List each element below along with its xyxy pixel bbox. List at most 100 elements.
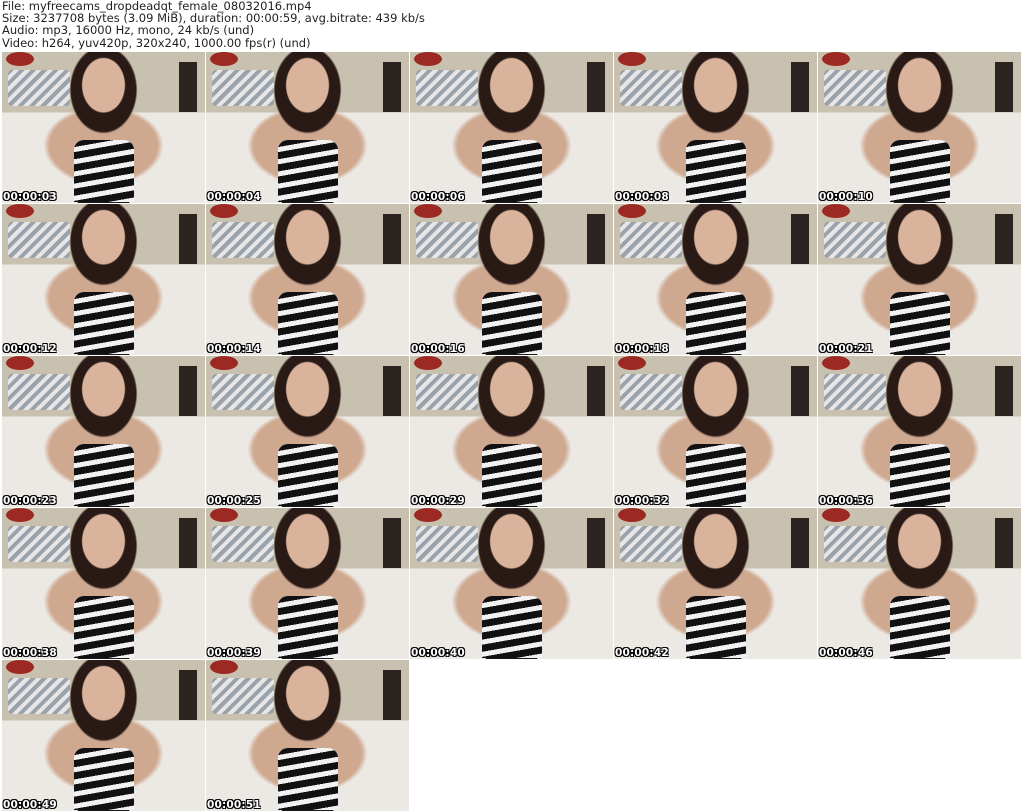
dress xyxy=(74,140,134,202)
lamp xyxy=(383,366,401,416)
lamp xyxy=(791,518,809,568)
thumbnail-timestamp: 00:00:04 xyxy=(207,191,261,203)
dress xyxy=(890,140,950,202)
pillow xyxy=(416,374,478,410)
flower-decor xyxy=(414,52,442,66)
thumbnail-timestamp: 00:00:29 xyxy=(411,495,465,507)
flower-decor xyxy=(414,204,442,218)
lamp xyxy=(383,214,401,264)
video-thumbnail: 00:00:08 xyxy=(614,52,817,203)
thumbnail-timestamp: 00:00:12 xyxy=(3,343,57,355)
pillow xyxy=(416,526,478,562)
flower-decor xyxy=(822,204,850,218)
lamp xyxy=(383,62,401,112)
thumbnail-timestamp: 00:00:16 xyxy=(411,343,465,355)
flower-decor xyxy=(210,204,238,218)
lamp xyxy=(587,366,605,416)
video-thumbnail: 00:00:38 xyxy=(2,508,205,659)
dress xyxy=(890,444,950,506)
dress xyxy=(482,596,542,658)
flower-decor xyxy=(822,52,850,66)
video-thumbnail: 00:00:10 xyxy=(818,52,1021,203)
video-thumbnail: 00:00:03 xyxy=(2,52,205,203)
dress xyxy=(74,292,134,354)
video-thumbnail: 00:00:25 xyxy=(206,356,409,507)
dress xyxy=(686,596,746,658)
video-thumbnail: 00:00:36 xyxy=(818,356,1021,507)
video-thumbnail: 00:00:29 xyxy=(410,356,613,507)
dress xyxy=(278,292,338,354)
video-thumbnail: 00:00:39 xyxy=(206,508,409,659)
thumbnail-timestamp: 00:00:51 xyxy=(207,799,261,811)
lamp xyxy=(383,518,401,568)
thumbnail-timestamp: 00:00:46 xyxy=(819,647,873,659)
flower-decor xyxy=(822,508,850,522)
video-info: Video: h264, yuv420p, 320x240, 1000.00 f… xyxy=(2,35,311,50)
flower-decor xyxy=(210,356,238,370)
thumbnail-timestamp: 00:00:25 xyxy=(207,495,261,507)
dress xyxy=(686,444,746,506)
thumbnail-timestamp: 00:00:38 xyxy=(3,647,57,659)
flower-decor xyxy=(414,508,442,522)
pillow xyxy=(212,526,274,562)
dress xyxy=(686,292,746,354)
video-thumbnail: 00:00:16 xyxy=(410,204,613,355)
flower-decor xyxy=(6,204,34,218)
video-thumbnail: 00:00:14 xyxy=(206,204,409,355)
dress xyxy=(482,292,542,354)
lamp xyxy=(791,62,809,112)
thumbnail-timestamp: 00:00:14 xyxy=(207,343,261,355)
thumbnail-timestamp: 00:00:32 xyxy=(615,495,669,507)
flower-decor xyxy=(6,508,34,522)
video-thumbnail: 00:00:12 xyxy=(2,204,205,355)
flower-decor xyxy=(618,52,646,66)
video-thumbnail: 00:00:49 xyxy=(2,660,205,811)
pillow xyxy=(824,374,886,410)
pillow xyxy=(620,374,682,410)
lamp xyxy=(179,214,197,264)
flower-decor xyxy=(6,356,34,370)
lamp xyxy=(179,670,197,720)
thumbnail-grid: 00:00:03 00:00:04 00:00:06 00:00:08 00:00:10… xyxy=(2,52,1021,811)
pillow xyxy=(8,222,70,258)
flower-decor xyxy=(822,356,850,370)
thumbnail-timestamp: 00:00:40 xyxy=(411,647,465,659)
flower-decor xyxy=(210,508,238,522)
dress xyxy=(74,748,134,810)
video-thumbnail: 00:00:46 xyxy=(818,508,1021,659)
lamp xyxy=(995,62,1013,112)
flower-decor xyxy=(414,356,442,370)
lamp xyxy=(995,214,1013,264)
video-thumbnail: 00:00:42 xyxy=(614,508,817,659)
thumbnail-timestamp: 00:00:42 xyxy=(615,647,669,659)
pillow xyxy=(8,526,70,562)
video-thumbnail: 00:00:18 xyxy=(614,204,817,355)
lamp xyxy=(179,62,197,112)
flower-decor xyxy=(618,204,646,218)
video-thumbnail: 00:00:23 xyxy=(2,356,205,507)
pillow xyxy=(620,526,682,562)
thumbnail-timestamp: 00:00:36 xyxy=(819,495,873,507)
video-thumbnail: 00:00:51 xyxy=(206,660,409,811)
flower-decor xyxy=(6,660,34,674)
thumbnail-timestamp: 00:00:23 xyxy=(3,495,57,507)
dress xyxy=(278,748,338,810)
pillow xyxy=(824,526,886,562)
lamp xyxy=(179,518,197,568)
pillow xyxy=(620,222,682,258)
pillow xyxy=(212,222,274,258)
dress xyxy=(482,444,542,506)
pillow xyxy=(416,222,478,258)
thumbnail-timestamp: 00:00:08 xyxy=(615,191,669,203)
lamp xyxy=(587,62,605,112)
video-thumbnail: 00:00:21 xyxy=(818,204,1021,355)
lamp xyxy=(995,518,1013,568)
pillow xyxy=(212,374,274,410)
flower-decor xyxy=(618,508,646,522)
dress xyxy=(278,596,338,658)
lamp xyxy=(791,214,809,264)
pillow xyxy=(824,222,886,258)
video-thumbnail: 00:00:04 xyxy=(206,52,409,203)
dress xyxy=(74,596,134,658)
pillow xyxy=(8,678,70,714)
